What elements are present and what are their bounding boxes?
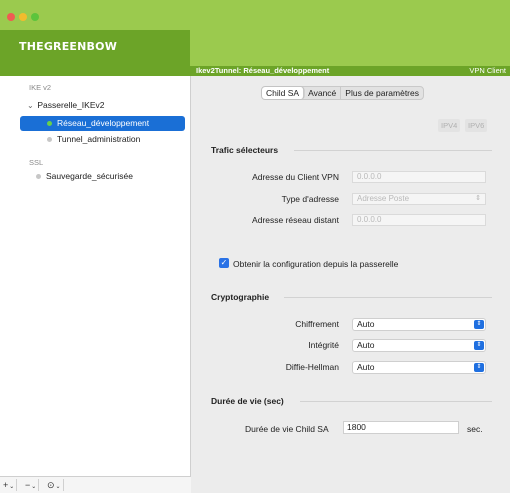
header-banner [190, 30, 510, 66]
remove-button[interactable]: −⌄ [25, 479, 40, 491]
address-type-value: Adresse Poste [357, 194, 410, 203]
integrity-select[interactable]: Auto ⇕ [352, 339, 486, 352]
address-type-select[interactable]: Adresse Poste ⇕ [352, 193, 486, 205]
more-options-button[interactable]: ⊙⌄ [47, 479, 64, 491]
sidebar-gateway[interactable]: ⌄ Passerelle_IKEv2 [27, 98, 104, 112]
app-window: THEGREENBOW Ikev2Tunnel: Réseau_développ… [0, 0, 510, 493]
tunnel-info-bar: Ikev2Tunnel: Réseau_développement VPN Cl… [190, 66, 510, 76]
lifetime-title: Durée de vie (sec) [211, 396, 284, 406]
section-divider [284, 297, 492, 298]
diffie-hellman-label: Diffie-Hellman [285, 362, 339, 372]
status-dot-icon [36, 174, 41, 179]
status-dot-icon [47, 121, 52, 126]
chevron-updown-icon: ⇕ [474, 341, 484, 350]
stepper-chevron-icon: ⇕ [475, 195, 481, 202]
sidebar-item-label: Réseau_développement [57, 118, 150, 128]
lifetime-unit: sec. [467, 424, 483, 434]
chevron-down-icon: ⌄ [31, 484, 37, 490]
gateway-config-checkbox[interactable]: ✓ [219, 258, 229, 268]
encryption-select[interactable]: Auto ⇕ [352, 318, 486, 331]
section-divider [294, 150, 492, 151]
tab-child-sa[interactable]: Child SA [262, 87, 305, 99]
zoom-window-button[interactable] [31, 13, 39, 21]
tunnel-title: Ikev2Tunnel: Réseau_développement [196, 66, 330, 75]
sidebar-item-label: Tunnel_administration [57, 134, 141, 144]
child-sa-lifetime-input[interactable]: 1800 [343, 421, 459, 434]
integrity-label: Intégrité [308, 340, 339, 350]
gateway-label: Passerelle_IKEv2 [37, 100, 105, 110]
ipv6-toggle[interactable]: IPV6 [465, 119, 488, 132]
tab-bar: Child SA Avancé Plus de paramètres [261, 86, 424, 100]
client-address-field[interactable]: 0.0.0.0 [352, 171, 486, 183]
remote-network-label: Adresse réseau distant [252, 215, 339, 225]
tab-avance[interactable]: Avancé [304, 87, 342, 99]
chevron-updown-icon: ⇕ [474, 363, 484, 372]
sidebar-section-ikev2: IKE v2 [29, 83, 52, 92]
status-dot-icon [47, 137, 52, 142]
sidebar-section-ssl: SSL [29, 158, 44, 167]
add-button[interactable]: +⌄ [3, 479, 18, 491]
chevron-down-icon: ⌄ [9, 484, 15, 490]
gateway-config-label: Obtenir la configuration depuis la passe… [233, 259, 399, 269]
remote-network-field[interactable]: 0.0.0.0 [352, 214, 486, 226]
integrity-value: Auto [357, 340, 375, 350]
diffie-hellman-value: Auto [357, 362, 375, 372]
brand-logo: THEGREENBOW [19, 40, 118, 53]
child-sa-lifetime-label: Durée de vie Child SA [245, 424, 329, 434]
close-window-button[interactable] [7, 13, 15, 21]
brand-header [0, 30, 190, 76]
encryption-label: Chiffrement [295, 319, 339, 329]
chevron-down-icon[interactable]: ⌄ [27, 99, 35, 113]
client-address-label: Adresse du Client VPN [252, 172, 339, 182]
section-divider [300, 401, 492, 402]
product-name: VPN Client [469, 66, 506, 75]
traffic-selectors-title: Trafic sélecteurs [211, 145, 279, 155]
title-bar [0, 0, 510, 30]
sidebar-item-reseau-developpement[interactable]: Réseau_développement [20, 116, 185, 131]
ipv4-toggle[interactable]: IPV4 [438, 119, 461, 132]
diffie-hellman-select[interactable]: Auto ⇕ [352, 361, 486, 374]
chevron-updown-icon: ⇕ [474, 320, 484, 329]
encryption-value: Auto [357, 319, 375, 329]
address-type-label: Type d'adresse [281, 194, 339, 204]
sidebar-item-label: Sauvegarde_sécurisée [46, 171, 133, 181]
tab-plus-de-parametres[interactable]: Plus de paramètres [341, 87, 423, 99]
minimize-window-button[interactable] [19, 13, 27, 21]
chevron-down-icon: ⌄ [55, 484, 61, 490]
cryptography-title: Cryptographie [211, 292, 270, 302]
